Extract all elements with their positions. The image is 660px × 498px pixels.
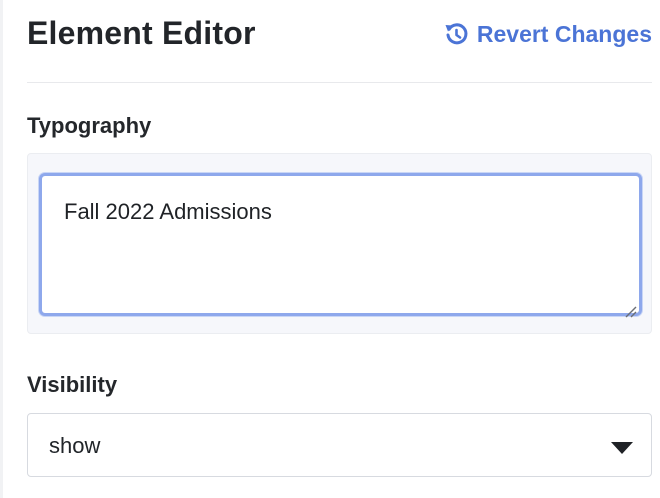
typography-textarea[interactable]: Fall 2022 Admissions: [39, 173, 642, 318]
revert-changes-button[interactable]: Revert Changes: [443, 18, 652, 50]
page-title: Element Editor: [27, 15, 256, 51]
visibility-label: Visibility: [27, 372, 118, 397]
revert-changes-label: Revert Changes: [476, 20, 652, 47]
typography-text-value: Fall 2022 Admissions: [64, 199, 272, 224]
typography-label: Typography: [27, 113, 152, 138]
visibility-select[interactable]: show: [27, 413, 652, 477]
element-editor-panel: Element Editor Revert Changes Typography…: [0, 0, 660, 498]
panel-divider: [0, 0, 3, 498]
editor-header: Element Editor Revert Changes: [27, 0, 652, 83]
caret-down-icon: [611, 441, 633, 459]
resize-handle-icon[interactable]: [623, 297, 637, 318]
history-icon: [443, 21, 469, 47]
typography-field-container: Fall 2022 Admissions: [27, 153, 652, 334]
visibility-selected-value: show: [49, 433, 101, 458]
